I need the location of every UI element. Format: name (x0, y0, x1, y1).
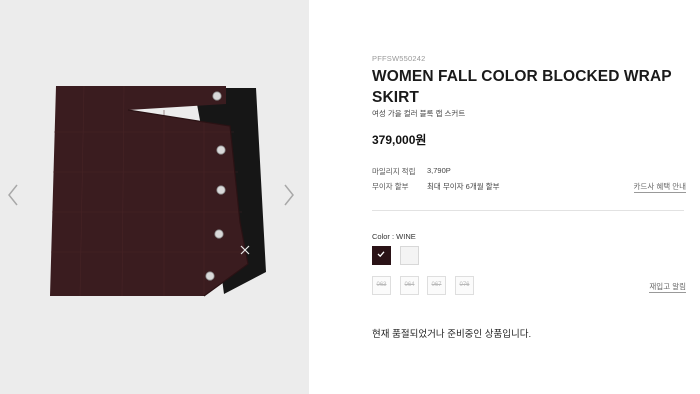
size-option-064[interactable]: 064 (400, 276, 419, 295)
divider (372, 210, 684, 211)
mileage-value: 3,790P (427, 166, 451, 175)
mileage-label: 마일리지 적립 (372, 167, 416, 176)
color-swatch-wine[interactable] (372, 246, 391, 265)
size-option-067[interactable]: 067 (427, 276, 446, 295)
color-swatch-white[interactable] (400, 246, 419, 265)
installment-label: 무이자 할부 (372, 182, 409, 191)
product-title: WOMEN FALL COLOR BLOCKED WRAP SKIRT (372, 68, 672, 106)
size-option-076[interactable]: 076 (455, 276, 474, 295)
soldout-message: 현재 품절되었거나 준비중인 상품입니다. (372, 329, 532, 340)
product-info-panel: PFFSW550242 WOMEN FALL COLOR BLOCKED WRA… (372, 0, 692, 394)
product-gallery (0, 0, 309, 394)
restock-alert-link[interactable]: 재입고 알림 (649, 281, 686, 293)
product-sku: PFFSW550242 (372, 54, 426, 63)
chevron-left-icon[interactable] (6, 183, 20, 207)
card-benefit-link[interactable]: 카드사 혜택 안내 (633, 181, 686, 193)
size-option-063[interactable]: 063 (372, 276, 391, 295)
product-price: 379,000원 (372, 133, 427, 147)
color-label: Color : WINE (372, 232, 416, 241)
installment-value: 최대 무이자 6개월 할부 (427, 182, 500, 191)
check-icon (377, 251, 385, 258)
chevron-right-icon[interactable] (282, 183, 296, 207)
product-subtitle: 여성 가을 컬러 블록 랩 스커트 (372, 109, 466, 118)
product-image (50, 85, 266, 297)
